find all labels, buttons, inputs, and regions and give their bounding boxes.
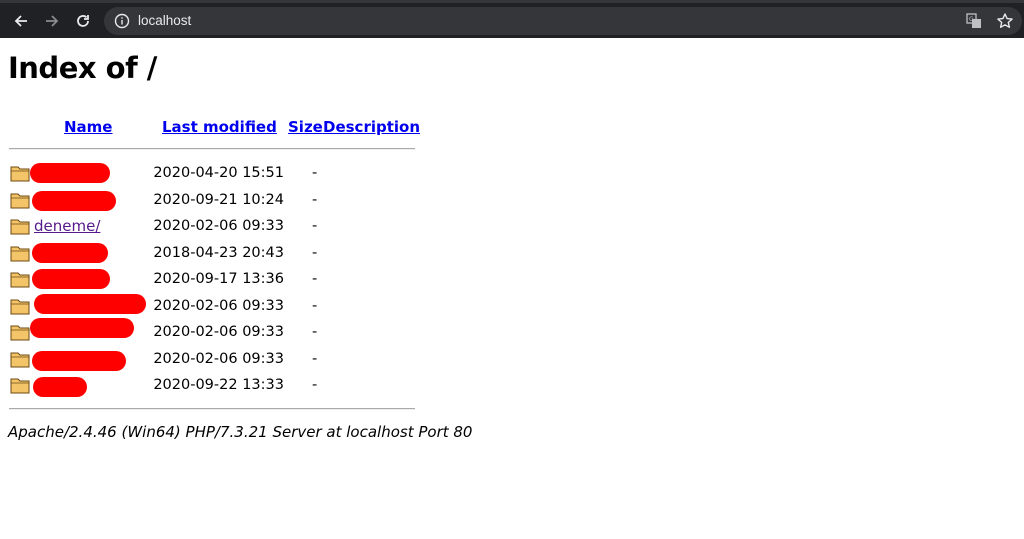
redaction-mark <box>32 351 126 371</box>
size-value: - <box>312 218 318 234</box>
arrow-right-icon <box>46 15 59 27</box>
folder-icon[interactable] <box>10 323 30 341</box>
redaction-mark <box>32 243 108 263</box>
last-modified-value: 2020-02-06 09:33 <box>153 218 284 234</box>
size-value: - <box>312 298 318 314</box>
directory-row: 2020-04-20 15:51 - <box>0 161 520 185</box>
server-signature: Apache/2.4.46 (Win64) PHP/7.3.21 Server … <box>8 423 473 441</box>
redaction-mark <box>32 191 116 211</box>
last-modified-value: 2020-09-22 13:33 <box>153 377 284 393</box>
column-header-last-modified[interactable]: Last modified <box>162 118 277 136</box>
back-button[interactable] <box>10 10 32 32</box>
size-value: - <box>312 351 318 367</box>
last-modified-value: 2020-04-20 15:51 <box>153 165 284 181</box>
header-divider <box>9 148 415 150</box>
footer-divider <box>9 408 415 410</box>
folder-icon[interactable] <box>10 217 30 235</box>
url-text[interactable]: localhost <box>138 12 191 30</box>
size-value: - <box>312 192 318 208</box>
folder-icon[interactable] <box>10 191 30 209</box>
redaction-mark <box>33 377 87 397</box>
directory-row: deneme/2020-02-06 09:33 - <box>0 214 520 238</box>
last-modified-value: 2020-02-06 09:33 <box>153 324 284 340</box>
folder-icon[interactable] <box>10 164 30 182</box>
column-header-name[interactable]: Name <box>64 118 112 136</box>
folder-icon[interactable] <box>10 244 30 262</box>
size-value: - <box>312 271 318 287</box>
svg-text:G: G <box>969 16 974 23</box>
folder-icon[interactable] <box>10 376 30 394</box>
column-header-size[interactable]: Size <box>288 118 323 136</box>
redaction-mark <box>30 163 110 183</box>
browser-toolbar: localhost G <box>0 0 1024 38</box>
directory-row: 2018-04-23 20:43 - <box>0 241 520 265</box>
folder-icon[interactable] <box>10 297 30 315</box>
last-modified-value: 2018-04-23 20:43 <box>153 245 284 261</box>
arrow-left-icon <box>14 15 27 27</box>
size-value: - <box>312 324 318 340</box>
size-value: - <box>312 377 318 393</box>
reload-button[interactable] <box>72 10 94 32</box>
info-icon[interactable] <box>114 13 130 29</box>
reload-icon <box>77 15 89 27</box>
translate-icon[interactable]: G <box>966 13 982 29</box>
size-value: - <box>312 165 318 181</box>
size-value: - <box>312 245 318 261</box>
star-icon[interactable] <box>996 12 1014 30</box>
folder-icon[interactable] <box>10 350 30 368</box>
directory-row: 2020-09-21 10:24 - <box>0 188 520 212</box>
directory-row: 2020-02-06 09:33 - <box>0 318 520 344</box>
last-modified-value: 2020-09-17 13:36 <box>153 271 284 287</box>
address-bar[interactable]: localhost G <box>104 7 1022 35</box>
redaction-mark <box>34 294 146 314</box>
directory-row: 2020-02-06 09:33 - <box>0 294 520 318</box>
folder-icon[interactable] <box>10 270 30 288</box>
directory-row: 2020-09-17 13:36 - <box>0 267 520 291</box>
directory-row: 2020-09-22 13:33 - <box>0 373 520 397</box>
column-header-description[interactable]: Description <box>323 118 420 136</box>
last-modified-value: 2020-02-06 09:33 <box>153 351 284 367</box>
redaction-mark <box>30 318 134 338</box>
forward-button[interactable] <box>41 10 63 32</box>
redaction-mark <box>32 269 110 289</box>
last-modified-value: 2020-09-21 10:24 <box>153 192 284 208</box>
folder-link[interactable]: deneme/ <box>34 216 100 236</box>
directory-listing-page: Index of / Name Last modified Size Descr… <box>0 38 1024 539</box>
page-title: Index of / <box>8 51 157 85</box>
last-modified-value: 2020-02-06 09:33 <box>153 298 284 314</box>
directory-row: 2020-02-06 09:33 - <box>0 347 520 371</box>
